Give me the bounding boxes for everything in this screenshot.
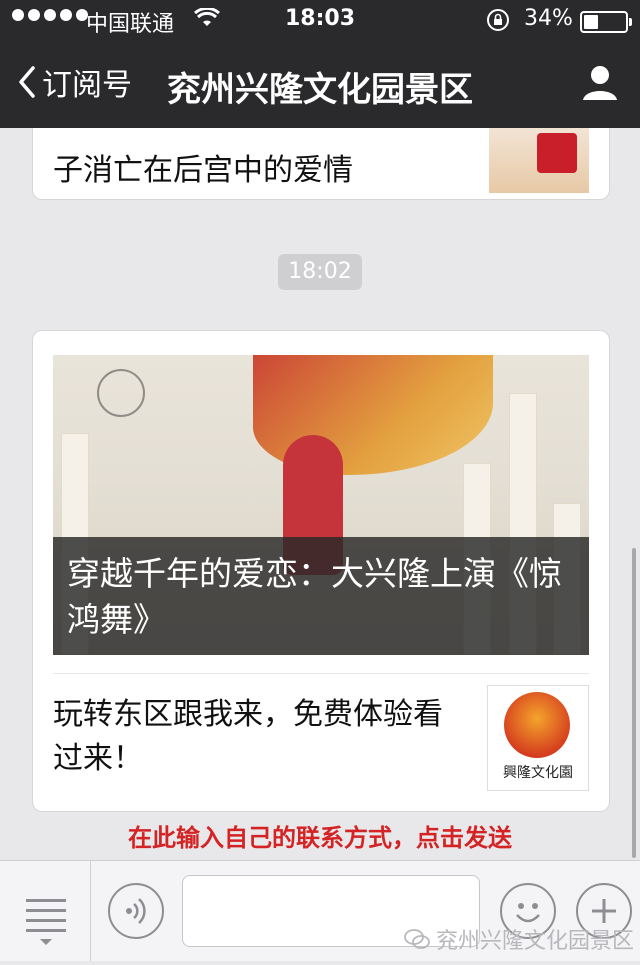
- list-menu-icon: [26, 899, 66, 945]
- top-bar: 中国联通 18:03 34% 订阅号 兖州兴隆文化园景区: [0, 0, 640, 128]
- article-thumbnail: [489, 128, 589, 193]
- sub-article-title[interactable]: 玩转东区跟我来，免费体验看过来！: [53, 693, 453, 781]
- menu-toggle-button[interactable]: [0, 861, 91, 961]
- chat-area[interactable]: 子消亡在后宫中的爱情 18:02 穿越千年的爱恋：大兴隆上演《惊鸿舞》 玩转东区…: [0, 128, 640, 860]
- status-bar: 中国联通 18:03 34%: [0, 0, 640, 40]
- page-title: 兖州兴隆文化园景区: [167, 70, 473, 110]
- arrow-up-icon: [280, 846, 380, 860]
- scrollbar[interactable]: [632, 548, 636, 858]
- watermark: 兖州兴隆文化园景区: [404, 923, 634, 955]
- divider: [53, 673, 589, 674]
- person-icon: [583, 66, 617, 100]
- timestamp: 18:02: [278, 254, 362, 290]
- sub-article-thumbnail: 興隆文化園: [487, 685, 589, 791]
- input-bar: 兖州兴隆文化园景区: [0, 860, 640, 961]
- profile-button[interactable]: [580, 62, 620, 106]
- thumbnail-logo-text: 興隆文化園: [503, 765, 573, 781]
- logo-icon: [97, 369, 145, 417]
- nav-bar: 订阅号 兖州兴隆文化园景区: [0, 40, 640, 128]
- watermark-text: 兖州兴隆文化园景区: [435, 929, 634, 954]
- rotation-lock-icon: [486, 8, 510, 38]
- battery-fill: [584, 15, 598, 29]
- main-article-title: 穿越千年的爱恋：大兴隆上演《惊鸿舞》: [67, 554, 562, 639]
- article-card-multi[interactable]: 穿越千年的爱恋：大兴隆上演《惊鸿舞》 玩转东区跟我来，免费体验看过来！ 興隆文化…: [32, 330, 610, 812]
- wechat-icon: [404, 929, 430, 949]
- voice-button[interactable]: [108, 883, 164, 939]
- battery-icon: [580, 11, 632, 33]
- pagoda-logo-icon: [504, 692, 570, 758]
- battery-percent: 34%: [524, 6, 573, 31]
- article-title: 子消亡在后宫中的爱情: [53, 153, 353, 188]
- hero-caption-overlay: 穿越千年的爱恋：大兴隆上演《惊鸿舞》: [53, 537, 589, 655]
- article-card[interactable]: 子消亡在后宫中的爱情: [32, 128, 610, 200]
- voice-icon: [126, 898, 146, 924]
- hero-image[interactable]: 穿越千年的爱恋：大兴隆上演《惊鸿舞》: [53, 355, 589, 655]
